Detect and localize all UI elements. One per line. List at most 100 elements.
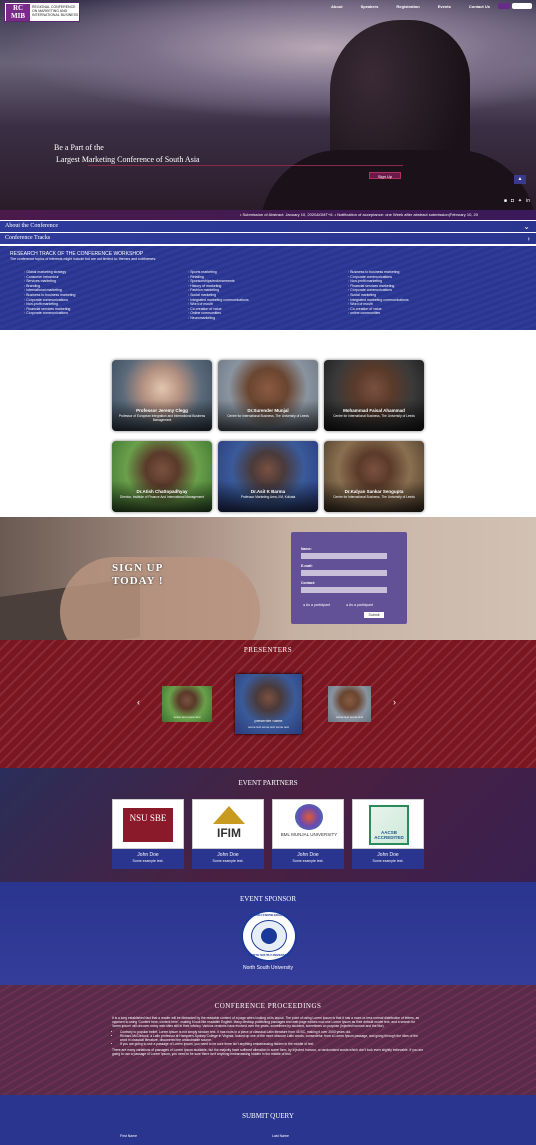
partner-name: John Doe [137,852,159,858]
accordion-about-label: About the Conference [5,223,58,229]
signup-section [0,517,536,640]
participant-radio-label: As a participant [348,603,374,607]
speaker-role: Centre for International Business, The U… [227,414,309,418]
speaker-card[interactable]: Dr.Kalyan Sankar Sengupta Centre for Int… [324,441,424,512]
linkedin-icon[interactable]: in [526,198,530,204]
partner-logo-ifim: IFIM [192,799,264,849]
ticker-text: • Submission of Abstract: January 10, 20… [240,212,478,217]
speaker-role: Director, Institute of Finance And Inter… [120,495,204,499]
hero-signup-button[interactable]: Sign Up [369,172,401,179]
partner-card[interactable]: BML MUNJAL UNIVERSITY John Doe Some examp… [272,799,344,869]
partner-logo-text: AACSB ACCREDITED [374,830,404,840]
name-label: Name: [301,547,312,551]
top-nav: About Speakers Registration Events Conta… [331,3,532,9]
presenter-card-active[interactable]: presenter name some text some text some … [235,674,302,734]
nav-about[interactable]: About [331,4,343,9]
presenter-caption: some text some text [336,715,363,719]
track-item: Corporate communications [24,311,75,316]
chevron-right-icon[interactable]: › [393,697,396,707]
partner-name: John Doe [217,852,239,858]
speaker-name: Mohammad Faisal Ahammad [343,408,405,413]
bml-tree-icon [295,804,323,830]
partner-footer: John Doe Some example text. [352,849,424,869]
nav-speakers[interactable]: Speakers [361,4,379,9]
last-name-label: Last Name [272,1134,289,1138]
presenter-sub: some text some text some text [248,725,289,729]
search-input[interactable] [512,3,532,9]
nav-contact[interactable]: Contact Us [469,4,490,9]
seal-bottom-text: NORTH SOUTH UNIVERSITY [248,953,290,957]
proceedings-paragraph: It is a long established fact that a rea… [112,1016,420,1028]
email-label: E-mail: [301,564,313,568]
tracks-subtitle: The conference topics of interests might… [10,257,157,261]
partner-logo-text: IFIM [217,826,241,840]
scroll-top-button[interactable]: ▲ [514,175,526,184]
presenter-card[interactable]: some text some text [328,686,371,722]
presenter-card[interactable]: some text some text [162,686,212,722]
news-ticker: • Submission of Abstract: January 10, 20… [0,210,536,220]
partner-name: John Doe [297,852,319,858]
partner-logo-bml: BML MUNJAL UNIVERSITY [272,799,344,849]
accordion-tracks-label: Conference Tracks [5,235,51,241]
facebook-icon[interactable]: ■ [504,198,507,204]
speaker-name: Dr.Asit K Barma [250,489,286,494]
speaker-card[interactable]: Dr.Asit K Barma Professor Marketing Area… [218,441,318,512]
accordion-about[interactable]: About the Conference ⌄ [0,221,536,232]
partner-logo-text: BML MUNJAL UNIVERSITY [280,832,338,837]
sponsor-name: North South University [242,965,294,971]
twitter-icon[interactable]: ✦ [518,198,522,204]
contact-field[interactable] [301,587,387,593]
track-item: Neuromarketing [188,316,249,321]
site-logo[interactable]: RC MIB REGIONAL CONFERENCE ON MARKETING … [4,2,80,22]
hero-tagline-line2: Largest Marketing Conference of South As… [56,155,200,164]
signup-heading: SIGN UP TODAY ! [112,562,164,588]
proceedings-body: It is a long established fact that a rea… [112,1016,424,1056]
partner-sub: Some example text. [132,859,164,863]
participant-radio[interactable]: ● As a participant [303,603,330,607]
instagram-icon[interactable]: ◘ [511,198,514,204]
speaker-card[interactable]: Mohammad Faisal Ahammad Centre for Inter… [324,360,424,431]
partner-card[interactable]: IFIM John Doe Some example text. [192,799,264,869]
partner-sub: Some example text. [212,859,244,863]
tracks-column-2: Sports marketingRetailingSponsorships/en… [188,270,249,321]
submit-query-title: SUBMIT QUERY [242,1112,294,1120]
accordion-tracks[interactable]: Conference Tracks › [0,233,536,244]
partner-card[interactable]: NSU SBE John Doe Some example text. [112,799,184,869]
speaker-card[interactable]: Dr.Atish Chattopadhyay Director, Institu… [112,441,212,512]
submit-query-section [0,1095,536,1145]
nav-registration[interactable]: Registration [396,4,419,9]
proceedings-list: Contrary to popular belief, Lorem Ipsum … [120,1030,424,1046]
partner-footer: John Doe Some example text. [112,849,184,869]
proceedings-title: CONFERENCE PROCEEDINGS [214,1002,322,1010]
speaker-card[interactable]: Professor Jeremy Clegg Professor of Euro… [112,360,212,431]
speaker-role: Professor of European Integration and In… [118,414,206,422]
partner-logo-nsu: NSU SBE [112,799,184,849]
submit-button[interactable]: Submit [364,612,384,618]
speaker-card[interactable]: Dr.Surender Munjal Centre for Internatio… [218,360,318,431]
signup-form: Name: E-mail: Contact: ● As a participan… [291,532,407,624]
signup-heading-line1: SIGN UP [112,562,164,574]
speaker-name: Dr.Kalyan Sankar Sengupta [344,489,404,494]
participant-radio-2[interactable]: ● As a participant [346,603,373,607]
email-field[interactable] [301,570,387,576]
participant-radio-label: As a participant [305,603,331,607]
seal-emblem-icon [261,928,277,944]
chevron-left-icon[interactable]: ‹ [137,697,140,707]
nav-events[interactable]: Events [438,4,451,9]
partner-footer: John Doe Some example text. [272,849,344,869]
proceedings-paragraph: There are many variations of passages of… [112,1048,424,1056]
speaker-name: Professor Jeremy Clegg [136,408,188,413]
speaker-name: Dr.Surender Munjal [247,408,289,413]
partner-card[interactable]: AACSB ACCREDITED John Doe Some example te… [352,799,424,869]
nsu-seal-logo[interactable]: NSU KNOWLEDGE NORTH SOUTH UNIVERSITY [241,910,297,962]
partner-sub: Some example text. [292,859,324,863]
chevron-right-icon: › [527,234,530,243]
proceedings-list-item: Richard McClintock, a Latin professor at… [120,1034,424,1042]
search-toggle-button[interactable] [498,3,510,9]
social-links: ■ ◘ ✦ in [504,198,530,204]
first-name-label: First Name [120,1134,138,1138]
speaker-role: Centre for International Business, The U… [333,495,415,499]
hero-banner [0,0,536,210]
name-field[interactable] [301,553,387,559]
speaker-role: Centre for International Business, The U… [333,414,415,418]
